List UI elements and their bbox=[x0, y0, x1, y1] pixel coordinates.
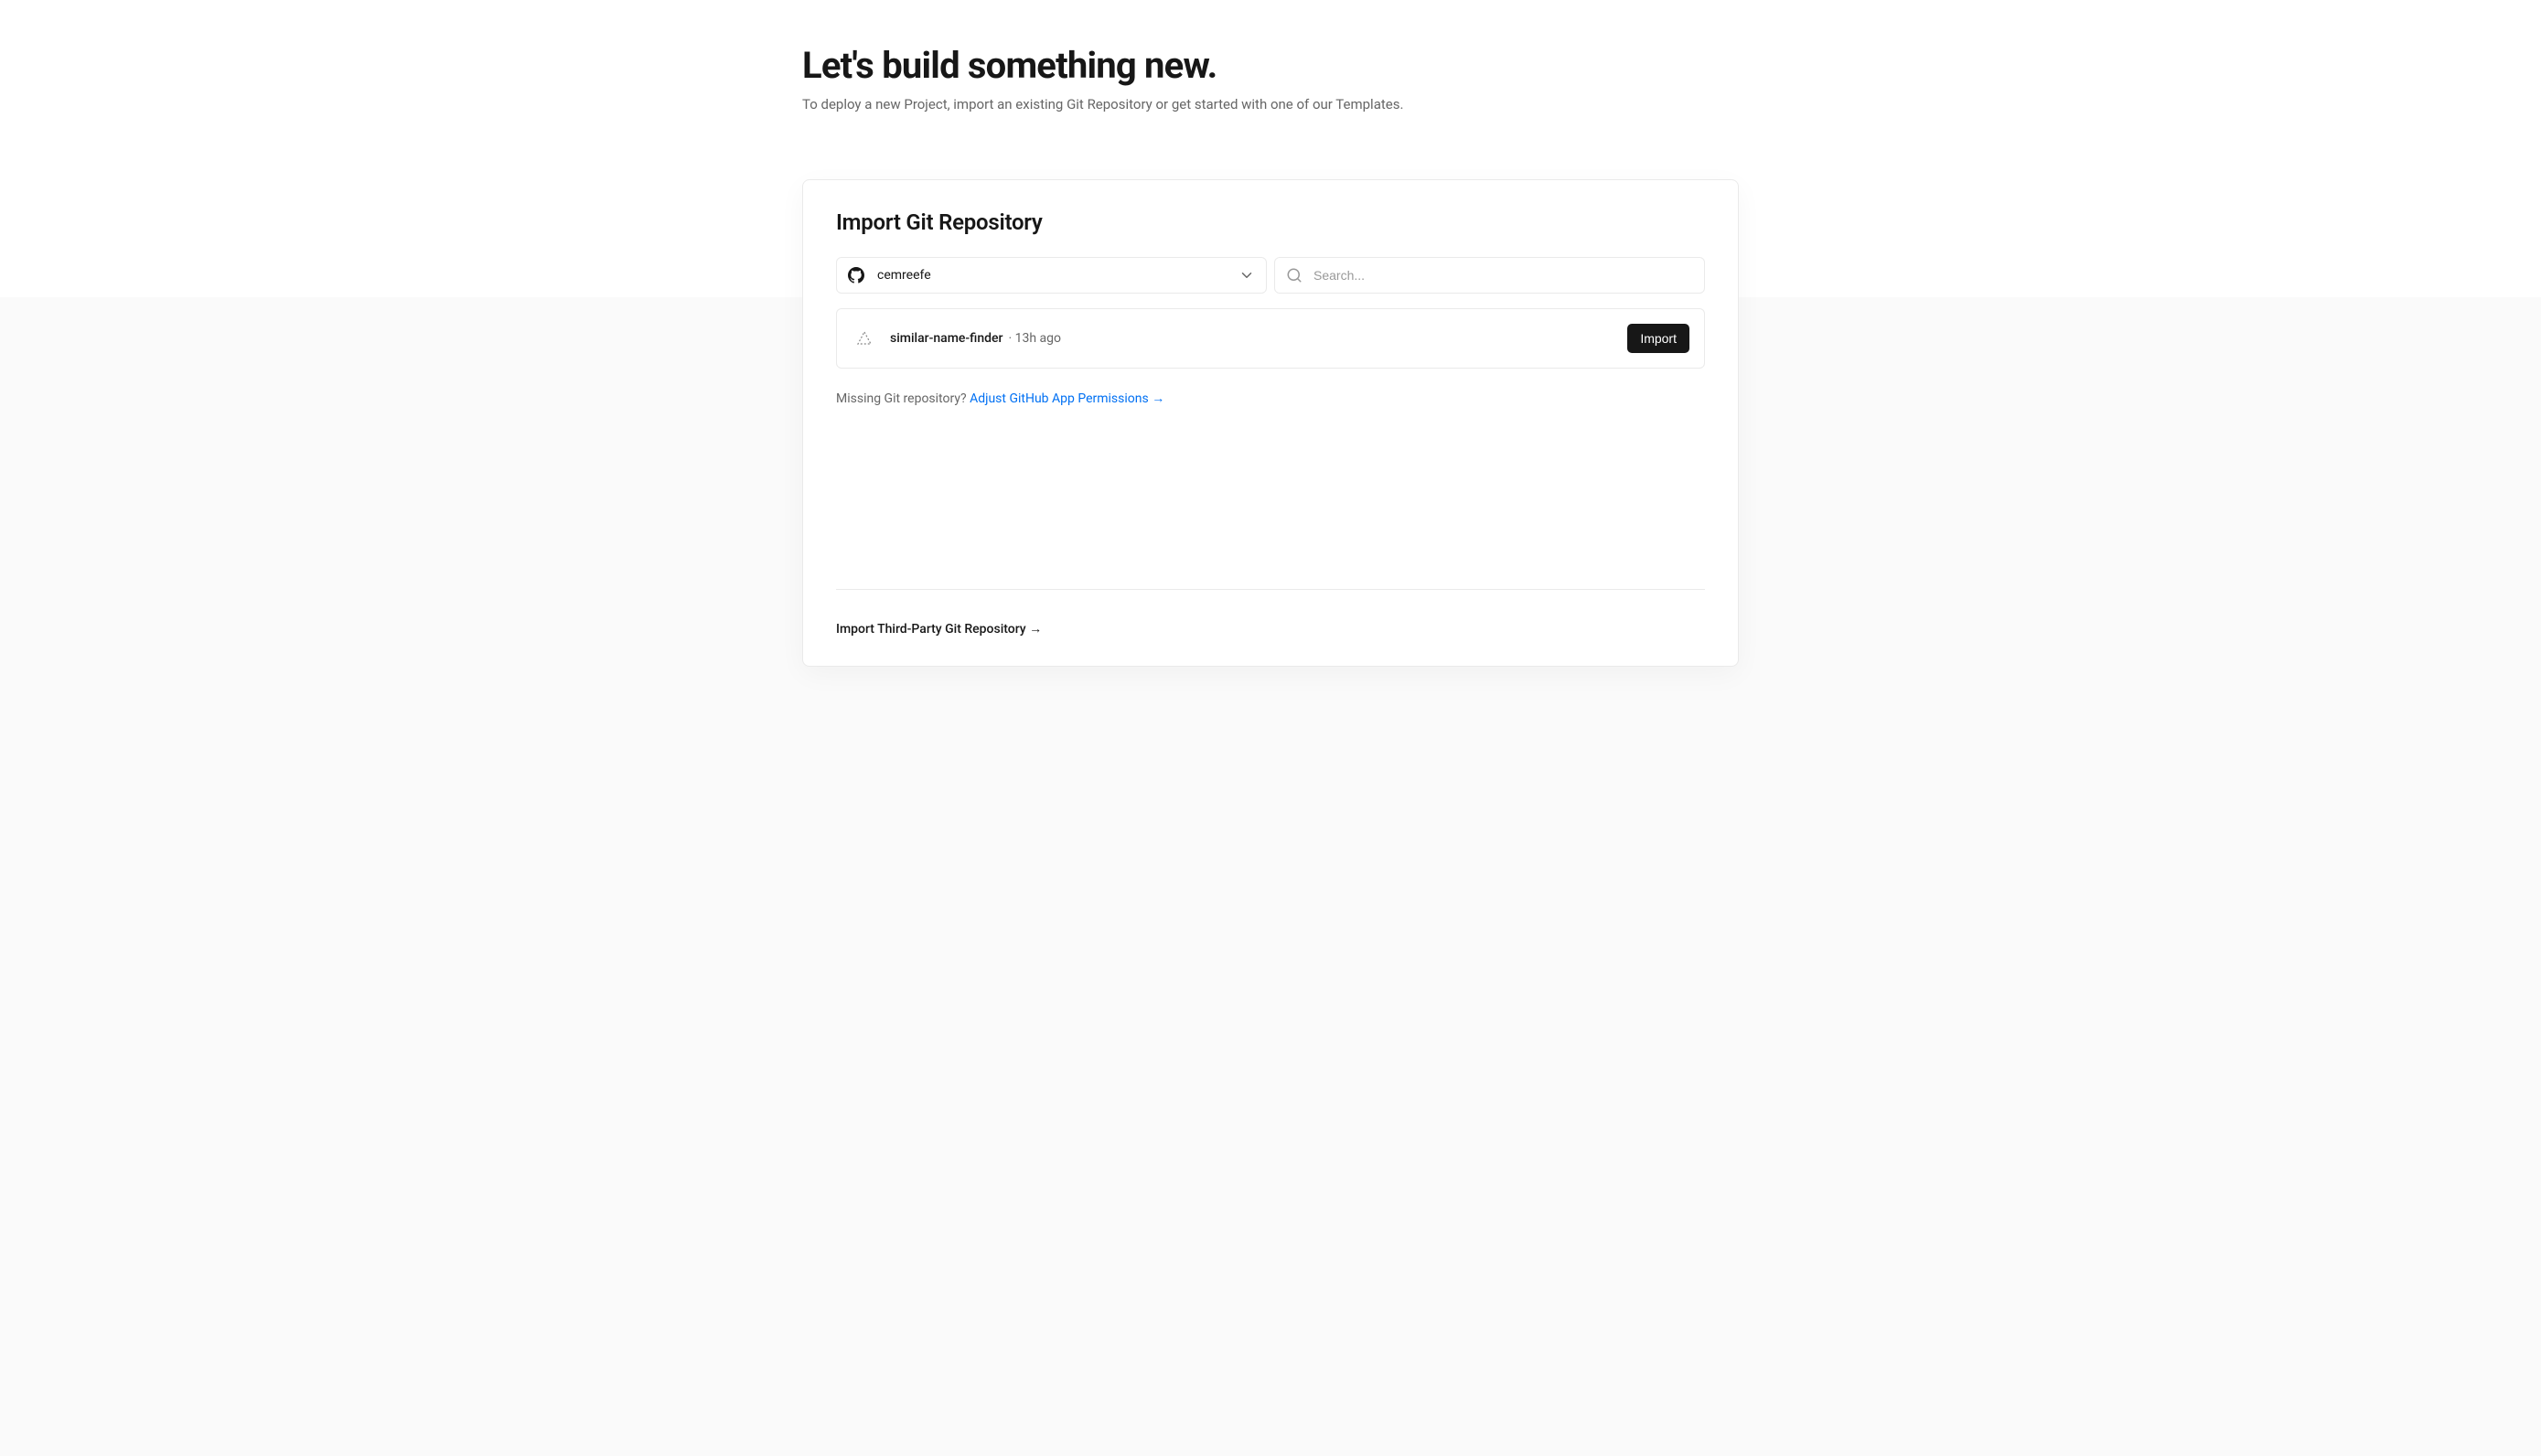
chevron-down-icon bbox=[1238, 267, 1255, 284]
import-git-card: Import Git Repository cemreefe bbox=[802, 179, 1739, 667]
page-subtitle: To deploy a new Project, import an exist… bbox=[802, 94, 1739, 115]
repo-item: similar-name-finder · 13h ago Import bbox=[837, 309, 1704, 368]
repo-framework-icon bbox=[852, 326, 877, 351]
card-title: Import Git Repository bbox=[836, 209, 1705, 235]
repo-list: similar-name-finder · 13h ago Import bbox=[836, 308, 1705, 369]
divider bbox=[836, 589, 1705, 590]
search-input[interactable] bbox=[1313, 268, 1693, 283]
scope-selector[interactable]: cemreefe bbox=[836, 257, 1267, 294]
adjust-permissions-link[interactable]: Adjust GitHub App Permissions → bbox=[970, 391, 1164, 406]
search-icon bbox=[1286, 267, 1303, 284]
repo-name: similar-name-finder bbox=[890, 331, 1002, 346]
search-container bbox=[1274, 257, 1705, 294]
github-icon bbox=[848, 267, 864, 284]
repo-time: · 13h ago bbox=[1008, 331, 1061, 346]
page-title: Let's build something new. bbox=[802, 44, 1739, 87]
import-button[interactable]: Import bbox=[1627, 324, 1689, 353]
scope-name: cemreefe bbox=[877, 268, 1238, 283]
third-party-import-link[interactable]: Import Third-Party Git Repository → bbox=[836, 621, 1042, 637]
missing-repo-text: Missing Git repository? Adjust GitHub Ap… bbox=[836, 391, 1705, 406]
